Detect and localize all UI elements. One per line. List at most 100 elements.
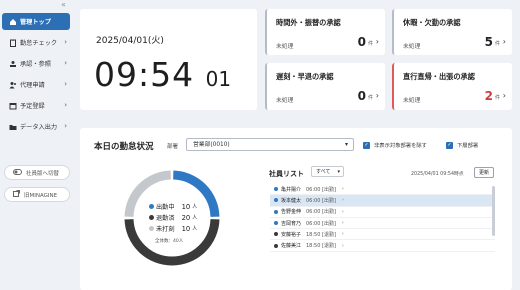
- employee-list: 亀井陽介 06:00 [出勤] › 坂本健太 06:00 [出勤] › 告野金伸…: [270, 184, 495, 290]
- refresh-button[interactable]: 更新: [474, 167, 494, 178]
- legend-value: 10: [181, 202, 191, 211]
- approval-unit: 件: [494, 95, 500, 101]
- legend-dot: [149, 226, 154, 231]
- sidebar-item-label: 代理申請: [20, 82, 45, 89]
- chevron-right-icon: ›: [341, 231, 344, 238]
- chevron-right-icon: ›: [375, 37, 379, 46]
- calendar-icon: [9, 102, 17, 110]
- chevron-right-icon: ›: [64, 101, 67, 109]
- approval-count: 0: [357, 89, 366, 103]
- approval-count: 2: [484, 89, 493, 103]
- approval-title: 時間外・振替の承認: [276, 18, 341, 27]
- list-item[interactable]: 告野金伸 06:00 [出勤] ›: [270, 207, 495, 218]
- employee-name: 吉岡育乃: [281, 220, 302, 227]
- legend-item-working: 出勤中 10 人: [149, 201, 197, 212]
- exclude-hidden-label: 非表示対象部署を除す: [374, 143, 427, 149]
- approval-count: 0: [357, 35, 366, 49]
- approval-card-late[interactable]: 遅刻・早退の承認 未処理 0 件 ›: [265, 63, 385, 110]
- collapse-sidebar-icon[interactable]: «: [61, 0, 66, 9]
- legend-item-left: 退勤済 20 人: [149, 212, 197, 223]
- approval-unit: 件: [367, 95, 373, 101]
- legend-label: 退勤済: [156, 215, 175, 222]
- sidebar-item-label: 勤怠チェック: [20, 40, 58, 47]
- current-time: 09:54 01: [94, 55, 231, 94]
- filter-value: すべて: [316, 169, 331, 175]
- sidebar-item-schedule[interactable]: 予定登録 ›: [0, 97, 77, 114]
- chevron-down-icon: ▾: [337, 169, 340, 175]
- sidebar: « 管理トップ 勤怠チェック › 承認・参照 › 代理申請 › 予定登録 › デ…: [0, 0, 77, 290]
- department-label: 部署: [167, 144, 179, 150]
- sidebar-item-label: データ入出力: [20, 124, 58, 131]
- employee-clock: 06:00 [出勤]: [306, 220, 336, 227]
- legend-label: 未打刻: [156, 226, 175, 233]
- checkbox-checked-icon: ✓: [363, 141, 370, 149]
- approval-status: 未処理: [276, 98, 294, 104]
- legend-dot: [149, 204, 154, 209]
- total-count: 全体数：40人: [155, 239, 184, 244]
- toggle-icon: [13, 168, 22, 177]
- employee-filter-select[interactable]: すべて ▾: [311, 166, 344, 177]
- approval-card-leave[interactable]: 休暇・欠勤の承認 未処理 5 件 ›: [392, 9, 512, 55]
- employee-name: 告野金伸: [281, 209, 302, 216]
- clock-seconds: 01: [205, 67, 232, 91]
- home-icon: [9, 18, 17, 26]
- employee-list-title: 社員リスト: [269, 170, 304, 178]
- approval-unit: 件: [367, 41, 373, 47]
- sidebar-item-approval[interactable]: 承認・参照 ›: [0, 55, 77, 72]
- approval-title: 遅刻・早退の承認: [276, 72, 334, 81]
- legend-value: 20: [181, 213, 191, 222]
- employee-name: 亀井陽介: [281, 186, 302, 193]
- employee-list-scrollbar[interactable]: [492, 186, 495, 236]
- employee-clock: 06:00 [出勤]: [306, 209, 336, 216]
- legend-unit: 人: [192, 226, 198, 232]
- sidebar-item-top[interactable]: 管理トップ: [2, 13, 70, 30]
- department-value: 営業部(0010): [193, 142, 230, 148]
- list-item[interactable]: 吉岡育乃 06:00 [出勤] ›: [270, 218, 495, 230]
- chevron-right-icon: ›: [341, 220, 344, 227]
- legend-label: 出勤中: [156, 204, 175, 211]
- attendance-status-card: 本日の勤怠状況 部署 営業部(0010) ▾ ✓ 非表示対象部署を除す ✓ 下層…: [80, 128, 512, 290]
- clock-hhmm: 09:54: [94, 55, 195, 94]
- department-select[interactable]: 営業部(0010) ▾: [186, 138, 354, 151]
- status-dot: [274, 232, 278, 237]
- donut-legend: 出勤中 10 人 退勤済 20 人 未打刻 10 人: [149, 201, 197, 234]
- chevron-down-icon: ▾: [344, 141, 348, 148]
- status-dot: [274, 243, 278, 248]
- approval-card-overtime[interactable]: 時間外・振替の承認 未処理 0 件 ›: [265, 9, 385, 55]
- legend-unit: 人: [192, 204, 198, 210]
- list-item[interactable]: 安藤裕子 18:50 [退勤] ›: [270, 229, 495, 241]
- sidebar-item-label: 管理トップ: [20, 19, 51, 26]
- legend-unit: 人: [192, 215, 198, 221]
- approval-status: 未処理: [403, 44, 421, 50]
- chevron-right-icon: ›: [64, 38, 67, 46]
- folder-icon: [9, 123, 17, 131]
- approval-title: 休暇・欠勤の承認: [403, 18, 461, 27]
- legend-dot: [149, 215, 154, 220]
- status-dot: [274, 198, 278, 203]
- clipboard-icon: [9, 39, 17, 47]
- status-dot: [274, 221, 278, 226]
- list-item[interactable]: 亀井陽介 06:00 [出勤] ›: [270, 184, 495, 196]
- approval-title: 直行直帰・出張の承認: [403, 72, 475, 81]
- chevron-right-icon: ›: [64, 80, 67, 88]
- sub-department-checkbox[interactable]: ✓ 下層部署: [446, 141, 478, 149]
- chevron-right-icon: ›: [375, 91, 379, 100]
- approval-status: 未処理: [276, 44, 294, 50]
- approval-unit: 件: [494, 41, 500, 47]
- switch-to-employee-button[interactable]: 社員版へ切替: [4, 165, 70, 180]
- users-icon: [9, 81, 17, 89]
- sidebar-item-attendance-check[interactable]: 勤怠チェック ›: [0, 34, 77, 51]
- sidebar-item-label: 予定登録: [20, 103, 45, 110]
- chevron-right-icon: ›: [341, 208, 344, 215]
- chevron-right-icon: ›: [502, 91, 506, 100]
- legacy-minagine-button[interactable]: 旧MINAGINE: [4, 187, 70, 202]
- sidebar-item-data-io[interactable]: データ入出力 ›: [0, 118, 77, 135]
- approval-card-direct[interactable]: 直行直帰・出張の承認 未処理 2 件 ›: [392, 63, 512, 110]
- legacy-label: 旧MINAGINE: [24, 192, 58, 199]
- list-item[interactable]: 坂本健太 06:00 [出勤] ›: [270, 195, 495, 207]
- list-item[interactable]: 佐藤美江 18:50 [退勤] ›: [270, 240, 495, 252]
- status-dot: [274, 209, 278, 214]
- employee-name: 安藤裕子: [281, 231, 302, 238]
- exclude-hidden-checkbox[interactable]: ✓ 非表示対象部署を除す: [363, 141, 427, 149]
- sidebar-item-proxy[interactable]: 代理申請 ›: [0, 76, 77, 93]
